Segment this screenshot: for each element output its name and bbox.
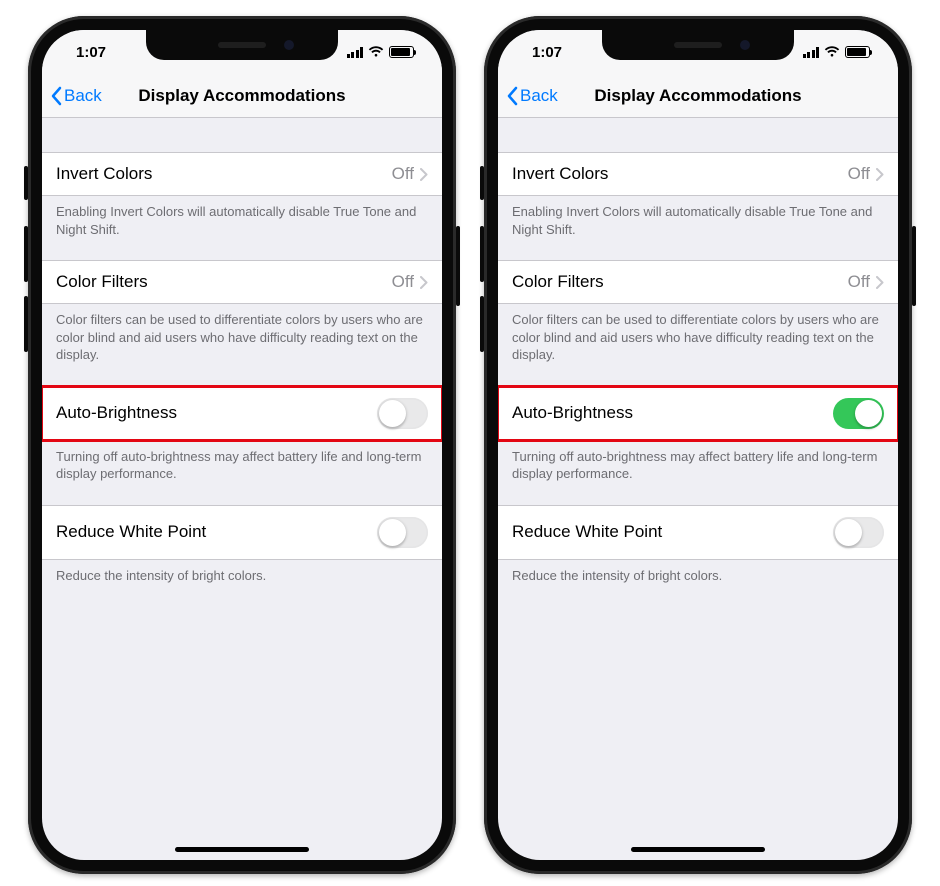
auto-brightness-toggle[interactable]: [377, 398, 428, 429]
auto-brightness-row[interactable]: Auto-Brightness: [42, 386, 442, 441]
chevron-right-icon: [420, 276, 428, 289]
status-time: 1:07: [532, 44, 562, 61]
side-button: [912, 226, 916, 306]
reduce-white-point-toggle[interactable]: [377, 517, 428, 548]
status-time: 1:07: [76, 44, 106, 61]
battery-icon: [845, 46, 870, 58]
auto-brightness-label: Auto-Brightness: [56, 403, 377, 423]
volume-down-button: [24, 296, 28, 352]
page-title: Display Accommodations: [594, 86, 801, 106]
chevron-right-icon: [876, 276, 884, 289]
speaker: [674, 42, 722, 48]
home-indicator[interactable]: [175, 847, 309, 852]
notch: [146, 30, 338, 60]
mute-switch: [24, 166, 28, 200]
color-filters-footer: Color filters can be used to differentia…: [498, 304, 898, 372]
invert-colors-footer: Enabling Invert Colors will automaticall…: [42, 196, 442, 246]
navigation-bar: Back Display Accommodations: [498, 74, 898, 118]
auto-brightness-footer: Turning off auto-brightness may affect b…: [498, 441, 898, 491]
wifi-icon: [824, 46, 840, 58]
color-filters-footer: Color filters can be used to differentia…: [42, 304, 442, 372]
reduce-white-point-footer: Reduce the intensity of bright colors.: [498, 560, 898, 593]
battery-icon: [389, 46, 414, 58]
color-filters-label: Color Filters: [56, 272, 392, 292]
color-filters-label: Color Filters: [512, 272, 848, 292]
screen: 1:07 Back Display Accommodations: [42, 30, 442, 860]
auto-brightness-toggle[interactable]: [833, 398, 884, 429]
notch: [602, 30, 794, 60]
back-button[interactable]: Back: [50, 74, 102, 117]
home-indicator[interactable]: [631, 847, 765, 852]
reduce-white-point-label: Reduce White Point: [512, 522, 833, 542]
volume-up-button: [480, 226, 484, 282]
reduce-white-point-footer: Reduce the intensity of bright colors.: [42, 560, 442, 593]
side-button: [456, 226, 460, 306]
reduce-white-point-toggle[interactable]: [833, 517, 884, 548]
auto-brightness-label: Auto-Brightness: [512, 403, 833, 423]
invert-colors-row[interactable]: Invert Colors Off: [498, 152, 898, 196]
chevron-right-icon: [420, 168, 428, 181]
cellular-signal-icon: [803, 47, 820, 58]
screen: 1:07 Back Display Accommodations: [498, 30, 898, 860]
color-filters-value: Off: [392, 272, 414, 292]
mute-switch: [480, 166, 484, 200]
front-camera: [284, 40, 294, 50]
invert-colors-footer: Enabling Invert Colors will automaticall…: [498, 196, 898, 246]
chevron-left-icon: [506, 86, 518, 106]
volume-down-button: [480, 296, 484, 352]
chevron-left-icon: [50, 86, 62, 106]
invert-colors-label: Invert Colors: [56, 164, 392, 184]
navigation-bar: Back Display Accommodations: [42, 74, 442, 118]
auto-brightness-footer: Turning off auto-brightness may affect b…: [42, 441, 442, 491]
color-filters-row[interactable]: Color Filters Off: [42, 260, 442, 304]
cellular-signal-icon: [347, 47, 364, 58]
chevron-right-icon: [876, 168, 884, 181]
back-button[interactable]: Back: [506, 74, 558, 117]
volume-up-button: [24, 226, 28, 282]
phone-frame-left: 1:07 Back Display Accommodations: [28, 16, 456, 874]
front-camera: [740, 40, 750, 50]
reduce-white-point-row[interactable]: Reduce White Point: [498, 505, 898, 560]
reduce-white-point-row[interactable]: Reduce White Point: [42, 505, 442, 560]
back-label: Back: [64, 86, 102, 106]
speaker: [218, 42, 266, 48]
wifi-icon: [368, 46, 384, 58]
back-label: Back: [520, 86, 558, 106]
reduce-white-point-label: Reduce White Point: [56, 522, 377, 542]
color-filters-value: Off: [848, 272, 870, 292]
invert-colors-value: Off: [848, 164, 870, 184]
invert-colors-value: Off: [392, 164, 414, 184]
color-filters-row[interactable]: Color Filters Off: [498, 260, 898, 304]
invert-colors-row[interactable]: Invert Colors Off: [42, 152, 442, 196]
invert-colors-label: Invert Colors: [512, 164, 848, 184]
page-title: Display Accommodations: [138, 86, 345, 106]
phone-frame-right: 1:07 Back Display Accommodations: [484, 16, 912, 874]
auto-brightness-row[interactable]: Auto-Brightness: [498, 386, 898, 441]
